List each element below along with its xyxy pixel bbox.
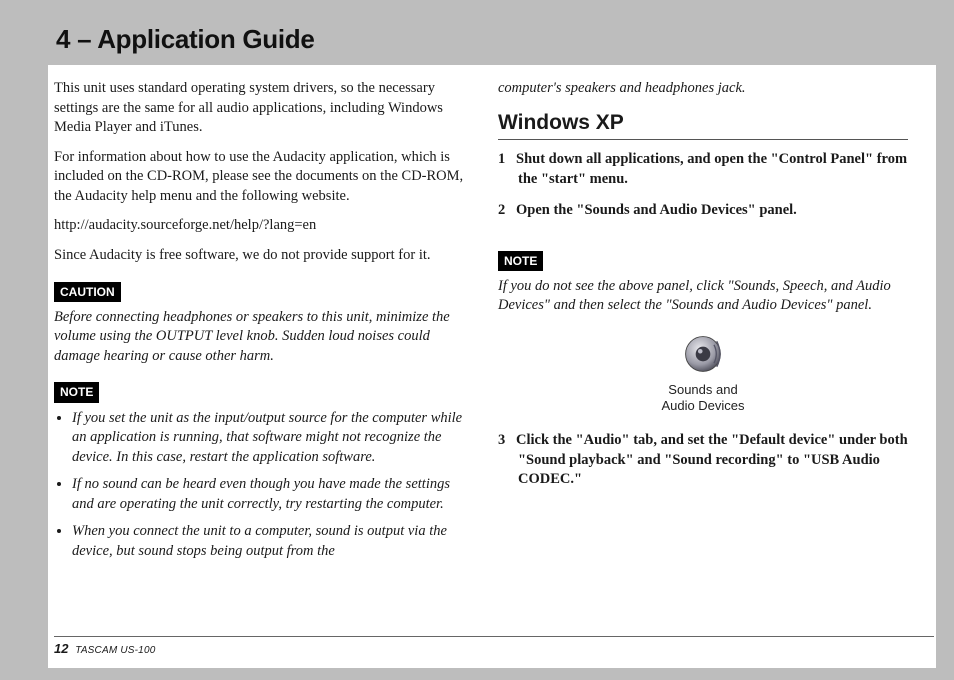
icon-caption-line: Audio Devices bbox=[498, 398, 908, 414]
body-text: Since Audacity is free software, we do n… bbox=[54, 246, 464, 266]
page-number: 12 bbox=[54, 641, 68, 656]
note-label: NOTE bbox=[498, 251, 543, 271]
note-label: NOTE bbox=[54, 382, 99, 402]
chapter-title: 4 – Application Guide bbox=[56, 22, 936, 57]
note-list: If you set the unit as the input/output … bbox=[54, 409, 464, 562]
left-column: This unit uses standard operating system… bbox=[54, 79, 464, 570]
manual-page: 4 – Application Guide This unit uses sta… bbox=[30, 12, 936, 668]
section-heading-windows-xp: Windows XP bbox=[498, 109, 908, 140]
sounds-audio-devices-icon-block: Sounds and Audio Devices bbox=[498, 332, 908, 413]
note-item: If you set the unit as the input/output … bbox=[72, 409, 464, 468]
product-model: TASCAM US-100 bbox=[75, 645, 155, 656]
binding-stripe bbox=[30, 12, 48, 668]
note-item: If no sound can be heard even though you… bbox=[72, 475, 464, 514]
note-text: If you do not see the above panel, click… bbox=[498, 277, 908, 316]
body-text: This unit uses standard operating system… bbox=[54, 79, 464, 138]
icon-caption-line: Sounds and bbox=[498, 382, 908, 398]
chapter-title-bar: 4 – Application Guide bbox=[48, 12, 936, 65]
two-column-layout: This unit uses standard operating system… bbox=[54, 79, 908, 570]
step-item: Click the "Audio" tab, and set the "Defa… bbox=[498, 431, 908, 490]
step-item: Shut down all applications, and open the… bbox=[498, 150, 908, 189]
step-list: Shut down all applications, and open the… bbox=[498, 150, 908, 221]
carryover-text: computer's speakers and headphones jack. bbox=[498, 79, 908, 99]
step-item: Open the "Sounds and Audio Devices" pane… bbox=[498, 201, 908, 221]
step-list-continued: Click the "Audio" tab, and set the "Defa… bbox=[498, 431, 908, 490]
speaker-icon bbox=[681, 332, 725, 376]
caution-text: Before connecting headphones or speakers… bbox=[54, 308, 464, 367]
caution-label: CAUTION bbox=[54, 282, 121, 302]
body-text: For information about how to use the Aud… bbox=[54, 148, 464, 207]
page-footer: 12 TASCAM US-100 bbox=[54, 636, 934, 658]
audacity-url: http://audacity.sourceforge.net/help/?la… bbox=[54, 216, 464, 236]
right-column: computer's speakers and headphones jack.… bbox=[498, 79, 908, 570]
note-item: When you connect the unit to a computer,… bbox=[72, 522, 464, 561]
